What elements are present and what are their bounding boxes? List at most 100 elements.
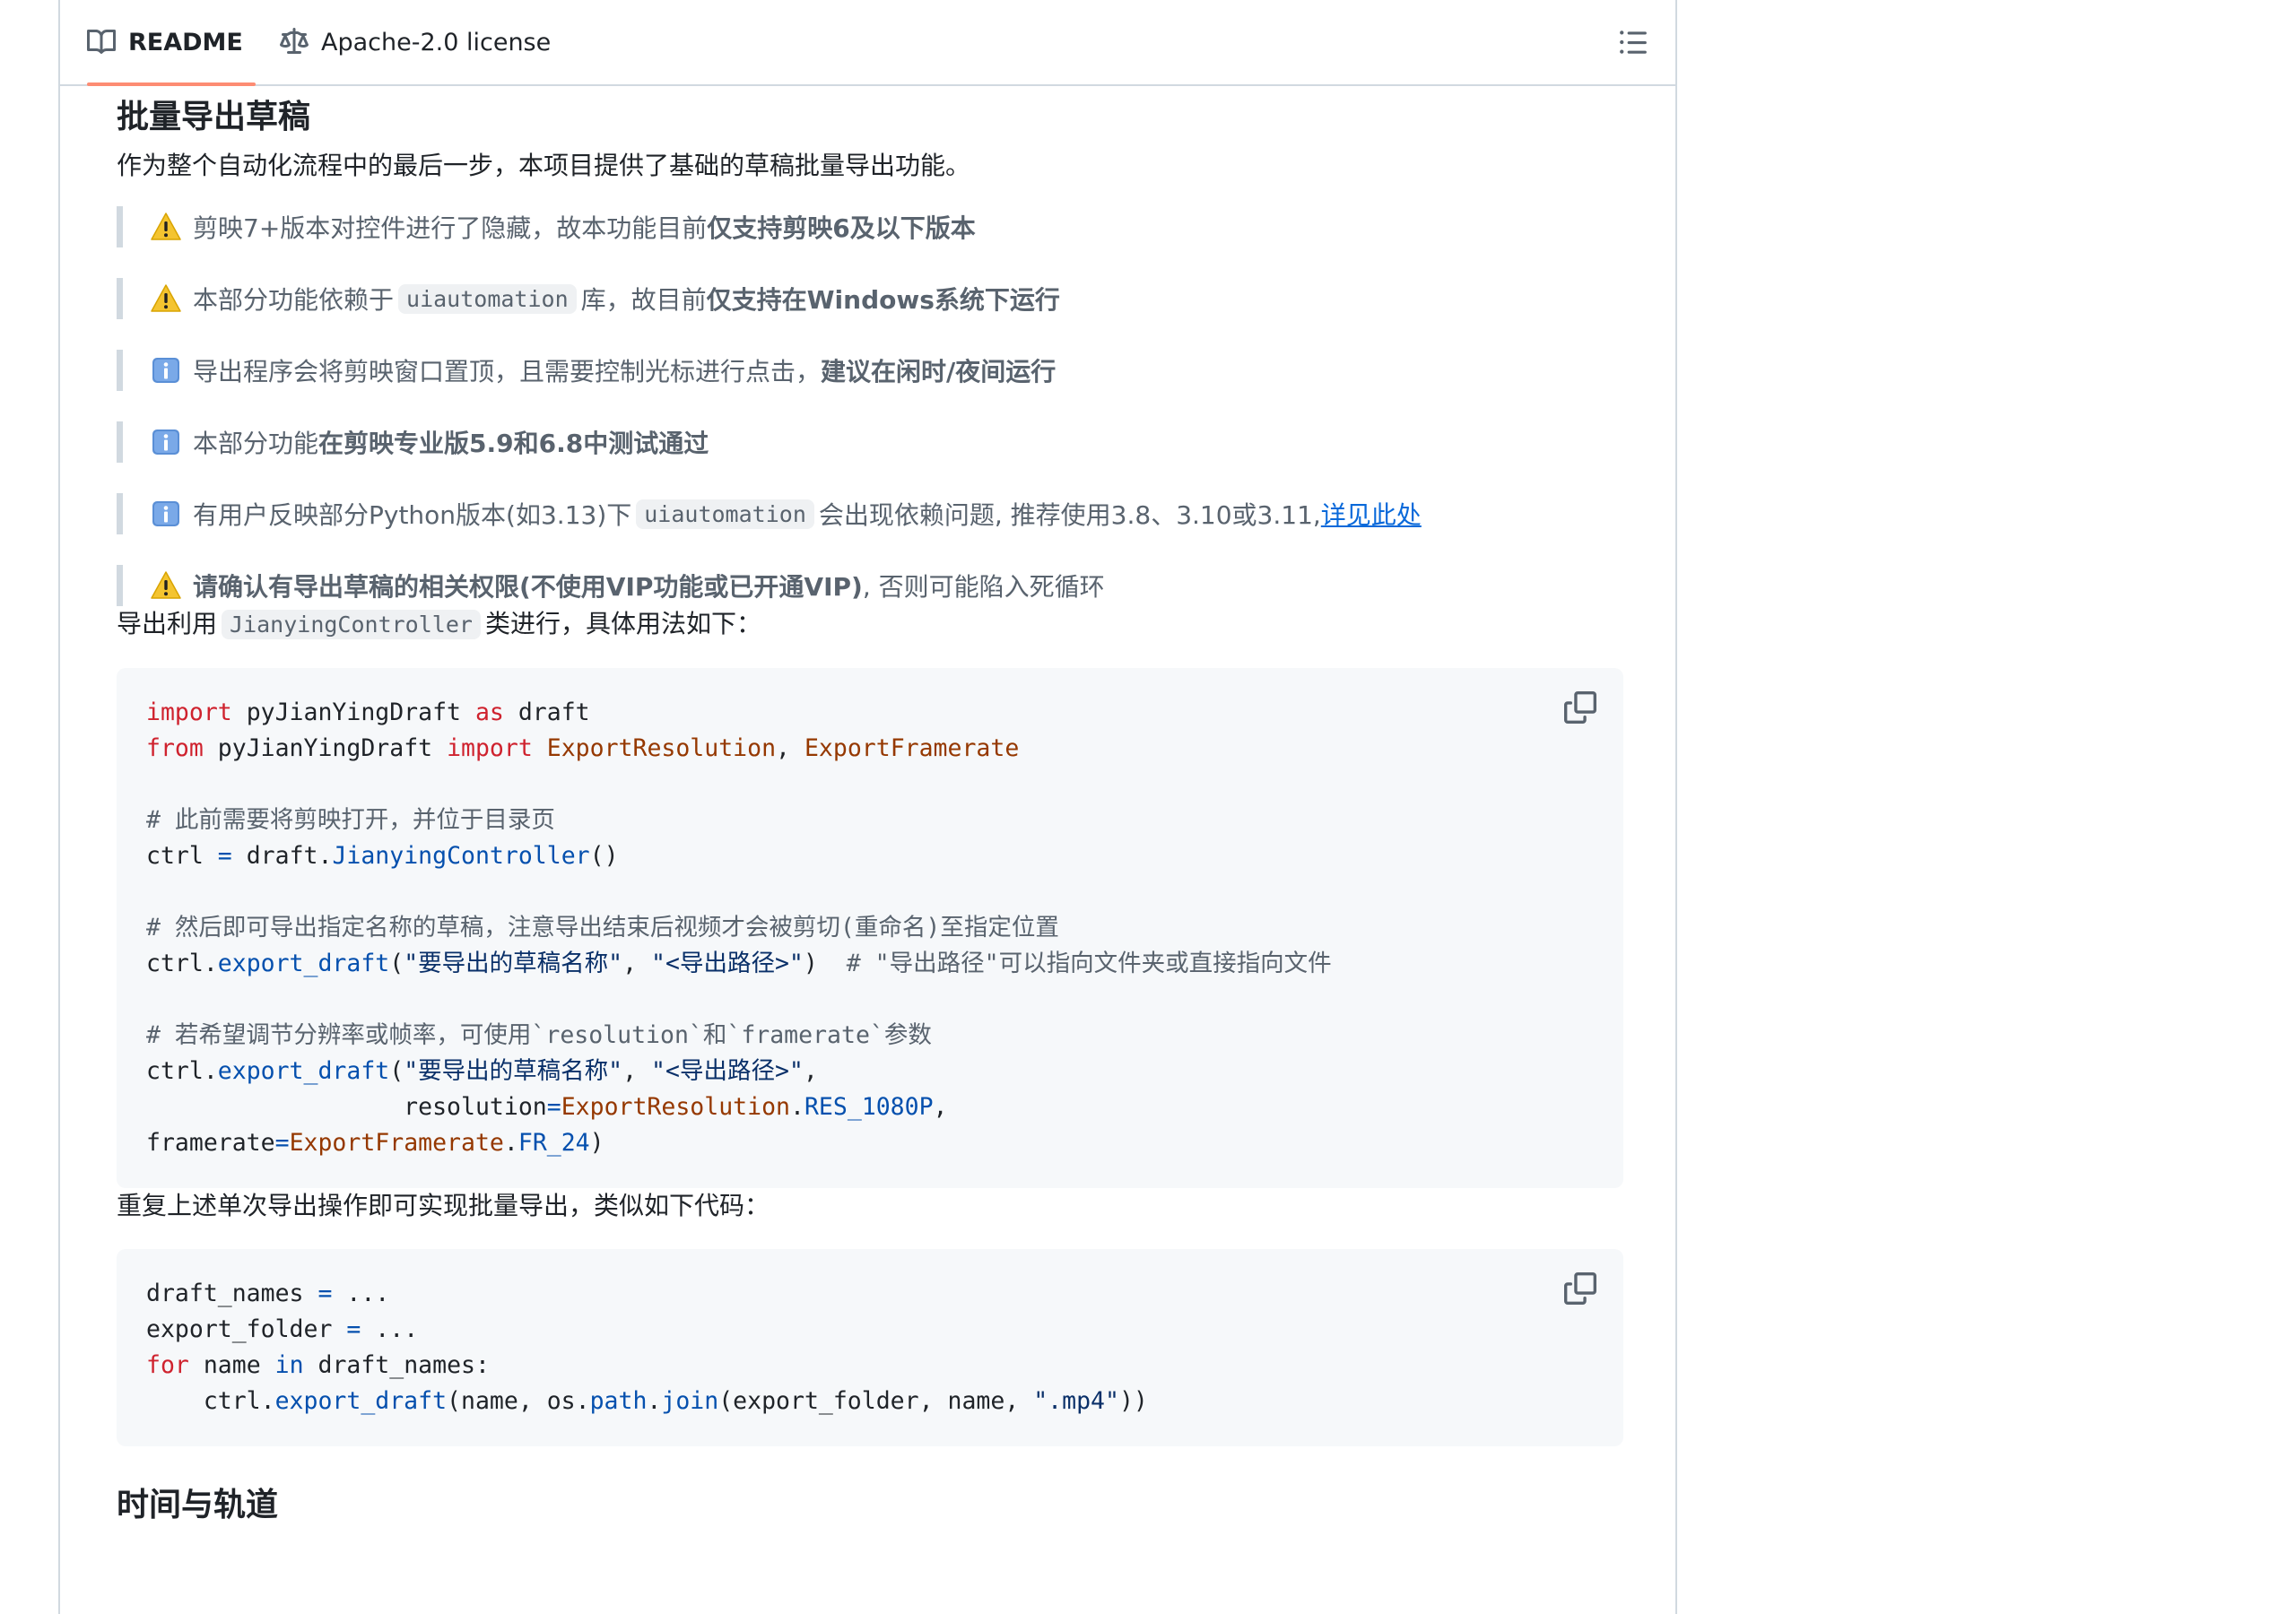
code-text: ,: [622, 950, 652, 977]
info-icon: [152, 501, 179, 526]
code-function: JianyingController: [332, 842, 590, 870]
code-class: ExportResolution: [561, 1093, 790, 1121]
code-text: ctrl.: [146, 1057, 218, 1085]
copy-icon: [1564, 1272, 1596, 1305]
code-text: pyJianYingDraft: [203, 734, 448, 762]
tab-license-label: Apache-2.0 license: [321, 28, 552, 56]
details-link[interactable]: 详见此处: [1321, 496, 1422, 532]
code-operator: =: [217, 842, 232, 870]
warning-icon: [151, 213, 181, 240]
code-text: .: [503, 1129, 518, 1157]
code-keyword: for: [146, 1351, 189, 1379]
code-text: draft_names:: [303, 1351, 490, 1379]
blockquote-note: 本部分功能 在剪映专业版5.9和6.8中测试通过: [117, 421, 1623, 463]
code-text: .: [647, 1387, 662, 1415]
code-text: resolution: [146, 1093, 547, 1121]
note-text: 库，故目前: [580, 285, 707, 315]
inline-code: uiautomation: [636, 499, 814, 529]
code-text: ctrl.: [146, 1387, 275, 1415]
code-comment: # "导出路径"可以指向文件夹或直接指向文件: [846, 950, 1332, 977]
note-text: 有用户反映部分Python版本(如3.13)下: [193, 500, 632, 530]
copy-icon: [1564, 691, 1596, 724]
readme-panel: README Apache-2.0 license 批量导出草稿 作为整个自动化…: [58, 0, 1677, 1614]
code-comment: # 若希望调节分辨率或帧率，可使用`resolution`和`framerate…: [146, 1021, 932, 1049]
code-text: ctrl.: [146, 950, 218, 977]
code-keyword: as: [474, 699, 504, 726]
code-function: join: [661, 1387, 719, 1415]
code-operator: =: [346, 1315, 361, 1343]
inline-code: JianyingController: [222, 610, 481, 639]
code-text: (: [389, 1057, 404, 1085]
code-function: export_draft: [217, 1057, 390, 1085]
code-operator: =: [317, 1280, 333, 1307]
code-text: ,: [622, 1057, 652, 1085]
code-text: framerate: [146, 1129, 275, 1157]
readme-content: 批量导出草稿 作为整个自动化流程中的最后一步，本项目提供了基础的草稿批量导出功能…: [117, 85, 1623, 1529]
code-text: draft_names: [146, 1280, 318, 1307]
usage-text: 类进行，具体用法如下：: [484, 609, 761, 638]
code-text: .: [789, 1093, 804, 1121]
code-block-batch[interactable]: draft_names = ... export_folder = ... fo…: [117, 1249, 1623, 1446]
note-bold: 请确认有导出草稿的相关权限(不使用VIP功能或已开通VIP): [193, 572, 863, 602]
usage-paragraph: 导出利用 JianyingController 类进行，具体用法如下：: [117, 606, 1623, 643]
code-text: ): [589, 1129, 604, 1157]
code-function: path: [589, 1387, 648, 1415]
tab-license[interactable]: Apache-2.0 license: [280, 0, 551, 84]
tab-readme[interactable]: README: [87, 0, 256, 86]
code-text: ,: [803, 1057, 818, 1085]
readme-tab-bar: README Apache-2.0 license: [60, 0, 1675, 86]
note-text: 剪映7+版本对控件进行了隐藏，故本功能目前: [193, 213, 708, 243]
section-heading: 批量导出草稿: [117, 99, 311, 135]
code-content: draft_names = ... export_folder = ... fo…: [146, 1276, 1594, 1419]
note-text: 本部分功能: [193, 429, 319, 458]
warning-icon: [151, 571, 181, 599]
code-string: "<导出路径>": [651, 1057, 804, 1085]
book-icon: [87, 29, 116, 54]
code-text: ,: [776, 734, 804, 762]
code-text: export_folder: [146, 1315, 347, 1343]
blockquote-note: 导出程序会将剪映窗口置顶，且需要控制光标进行点击， 建议在闲时/夜间运行: [117, 350, 1623, 391]
code-constant: RES_1080P: [804, 1093, 934, 1121]
law-scale-icon: [280, 28, 309, 54]
code-string: "要导出的草稿名称": [404, 1057, 623, 1085]
inline-code: uiautomation: [398, 283, 577, 314]
code-string: "要导出的草稿名称": [404, 950, 623, 977]
code-block-export[interactable]: import pyJianYingDraft as draft from pyJ…: [117, 668, 1623, 1188]
list-unordered-icon: [1620, 30, 1647, 54]
code-content: import pyJianYingDraft as draft from pyJ…: [146, 695, 1594, 1161]
code-text: (name, os.: [447, 1387, 590, 1415]
blockquote-note: 有用户反映部分Python版本(如3.13)下 uiautomation 会出现依赖…: [117, 493, 1623, 534]
blockquote-note: 本部分功能依赖于 uiautomation 库，故目前 仅支持在Windows系统下运…: [117, 278, 1623, 319]
note-text: 导出程序会将剪映窗口置顶，且需要控制光标进行点击，: [193, 357, 822, 386]
code-comment: # 此前需要将剪映打开，并位于目录页: [146, 806, 555, 834]
code-comment: # 然后即可导出指定名称的草稿，注意导出结束后视频才会被剪切(重命名)至指定位置: [146, 914, 1059, 941]
code-constant: FR_24: [517, 1129, 590, 1157]
note-bold: 仅支持在Windows系统下运行: [706, 285, 1060, 315]
code-function: export_draft: [217, 950, 390, 977]
copy-button[interactable]: [1564, 691, 1596, 724]
note-bold: 仅支持剪映6及以下版本: [707, 213, 976, 243]
code-text: draft: [503, 699, 590, 726]
code-text: (): [589, 842, 619, 870]
info-icon: [152, 358, 179, 383]
code-keyword: import: [447, 734, 533, 762]
code-operator: =: [274, 1129, 290, 1157]
copy-button[interactable]: [1564, 1272, 1596, 1305]
code-keyword: import: [146, 699, 232, 726]
code-text: )): [1118, 1387, 1148, 1415]
code-keyword: in: [274, 1351, 304, 1379]
code-text: ): [803, 950, 847, 977]
code-text: draft.: [231, 842, 333, 870]
blockquote-note: 剪映7+版本对控件进行了隐藏，故本功能目前 仅支持剪映6及以下版本: [117, 206, 1623, 247]
note-bold: 在剪映专业版5.9和6.8中测试通过: [318, 429, 709, 458]
note-bold: 建议在闲时/夜间运行: [821, 357, 1057, 386]
code-operator: =: [546, 1093, 561, 1121]
blockquote-note: 请确认有导出草稿的相关权限(不使用VIP功能或已开通VIP), 否则可能陷入死循…: [117, 565, 1623, 606]
next-section-heading: 时间与轨道: [117, 1487, 279, 1523]
code-class: ExportResolution: [546, 734, 777, 762]
repeat-paragraph: 重复上述单次导出操作即可实现批量导出，类似如下代码：: [117, 1191, 770, 1220]
code-class: ExportFramerate: [289, 1129, 504, 1157]
outline-menu-button[interactable]: [1618, 27, 1648, 57]
code-text: ...: [361, 1315, 419, 1343]
warning-icon: [151, 284, 181, 312]
